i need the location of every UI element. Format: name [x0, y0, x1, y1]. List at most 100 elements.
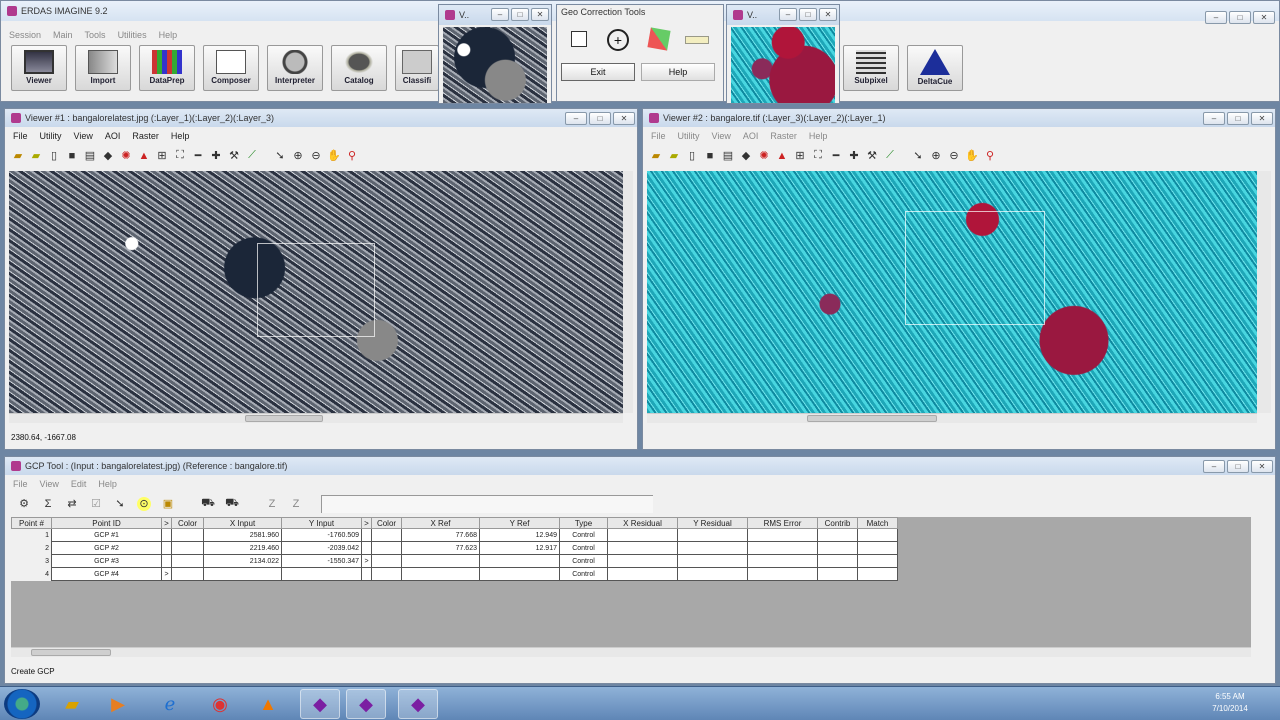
col-point-id[interactable]: Point ID [51, 517, 162, 529]
menu-view[interactable]: View [40, 479, 59, 489]
type-cell[interactable]: Control [559, 554, 608, 568]
contrib-cell[interactable] [817, 541, 858, 555]
match-cell[interactable] [857, 528, 898, 542]
import-button[interactable]: Import [75, 45, 131, 91]
close-button[interactable]: ✕ [1251, 460, 1273, 473]
find-icon[interactable]: ⛟ [201, 497, 215, 511]
deltacue-button[interactable]: DeltaCue [907, 45, 963, 91]
check-icon[interactable]: ☑ [89, 497, 103, 511]
classifier-button[interactable]: Classifi [395, 45, 439, 91]
pan-icon[interactable]: ✋ [965, 149, 979, 163]
viewer-2-vscroll[interactable] [1257, 171, 1271, 413]
rms-error-cell[interactable] [747, 528, 818, 542]
clock[interactable]: 6:55 AM 7/10/2014 [1190, 691, 1270, 715]
link-box[interactable] [905, 211, 1045, 325]
erdas-taskbar-icon[interactable]: ◆ [346, 689, 386, 719]
ref-arrow-cell[interactable] [361, 528, 372, 542]
viewer-1-vscroll[interactable] [623, 171, 633, 413]
toggle-icon[interactable]: ⇄ [65, 497, 79, 511]
type-cell[interactable]: Control [559, 567, 608, 581]
zoom-out-icon[interactable]: ⊖ [309, 149, 323, 163]
maximize-button[interactable]: □ [1227, 460, 1249, 473]
subpixel-button[interactable]: Subpixel [843, 45, 899, 91]
point-id-cell[interactable]: GCP #4 [51, 567, 162, 581]
expand-icon[interactable]: ⛶ [173, 149, 187, 163]
input-arrow-cell[interactable] [161, 541, 172, 555]
geo-tools-multicolor-icon[interactable] [647, 27, 671, 51]
y-ref-cell[interactable] [479, 554, 560, 568]
internet-explorer-icon[interactable]: ℯ [150, 689, 190, 719]
pointer-icon[interactable]: ➘ [911, 149, 925, 163]
x-ref-cell[interactable] [401, 567, 480, 581]
start-button[interactable] [4, 689, 40, 719]
col-input-color[interactable]: Color [171, 517, 204, 529]
ref-arrow-cell[interactable]: > [361, 554, 372, 568]
rms-error-cell[interactable] [747, 567, 818, 581]
close-button[interactable]: ✕ [819, 8, 837, 21]
point-id-cell[interactable]: GCP #2 [51, 541, 162, 555]
close-button[interactable]: ✕ [531, 8, 549, 21]
interpreter-button[interactable]: Interpreter [267, 45, 323, 91]
col-type[interactable]: Type [559, 517, 608, 529]
plus-icon[interactable]: ✚ [847, 149, 861, 163]
rms-error-cell[interactable] [747, 554, 818, 568]
x-input-cell[interactable]: 2581.960 [203, 528, 282, 542]
small-viewer-1-image[interactable] [443, 27, 547, 103]
contrib-cell[interactable] [817, 554, 858, 568]
ref-color-cell[interactable] [371, 554, 402, 568]
zoom-out-icon[interactable]: ⊖ [947, 149, 961, 163]
zoom-in-icon[interactable]: ⊕ [929, 149, 943, 163]
tool-icon[interactable]: ⚒ [865, 149, 879, 163]
y-input-cell[interactable]: -1550.347 [281, 554, 362, 568]
open-icon[interactable]: ▰ [11, 149, 25, 163]
input-arrow-cell[interactable] [161, 554, 172, 568]
select-gcp-icon[interactable]: ➘ [113, 497, 127, 511]
table-row[interactable]: 4 GCP #4 > Control [11, 567, 898, 581]
x-residual-cell[interactable] [607, 528, 678, 542]
menu-aoi[interactable]: AOI [743, 131, 759, 141]
input-arrow-cell[interactable]: > [161, 567, 172, 581]
col-match[interactable]: Match [857, 517, 898, 529]
col-y-input[interactable]: Y Input [281, 517, 362, 529]
menu-session[interactable]: Session [9, 30, 41, 40]
col-input-arrow[interactable]: > [161, 517, 172, 529]
ref-color-cell[interactable] [371, 528, 402, 542]
menu-main[interactable]: Main [53, 30, 73, 40]
minimize-button[interactable]: – [565, 112, 587, 125]
media-player-icon[interactable]: ▶ [98, 689, 138, 719]
erdas-taskbar-icon[interactable]: ◆ [300, 689, 340, 719]
folder-icon[interactable]: ▰ [29, 149, 43, 163]
y-input-cell[interactable]: -2039.042 [281, 541, 362, 555]
menu-help[interactable]: Help [171, 131, 190, 141]
menu-aoi[interactable]: AOI [105, 131, 121, 141]
print-icon[interactable]: ▤ [721, 149, 735, 163]
col-x-residual[interactable]: X Residual [607, 517, 678, 529]
print-icon[interactable]: ▤ [83, 149, 97, 163]
x-input-cell[interactable]: 2134.022 [203, 554, 282, 568]
ref-arrow-cell[interactable] [361, 541, 372, 555]
close-button[interactable]: ✕ [1251, 112, 1273, 125]
minimize-button[interactable]: – [1203, 460, 1225, 473]
col-ref-arrow[interactable]: > [361, 517, 372, 529]
redraw-icon[interactable]: ✺ [119, 149, 133, 163]
viewer-1-image[interactable] [9, 171, 623, 413]
geo-tools-viewer-icon[interactable] [571, 31, 587, 47]
profile-icon[interactable]: ⟋ [883, 149, 897, 163]
input-color-cell[interactable] [171, 528, 204, 542]
y-residual-cell[interactable] [677, 554, 748, 568]
point-id-cell[interactable]: GCP #1 [51, 528, 162, 542]
match-cell[interactable] [857, 541, 898, 555]
menu-utility[interactable]: Utility [40, 131, 62, 141]
y-residual-cell[interactable] [677, 541, 748, 555]
pointer-icon[interactable]: ➘ [273, 149, 287, 163]
type-cell[interactable]: Control [559, 528, 608, 542]
contrib-cell[interactable] [817, 528, 858, 542]
maximize-button[interactable]: □ [799, 8, 817, 21]
table-row[interactable]: 3 GCP #3 2134.022 -1550.347 > Control [11, 554, 898, 568]
inquire-icon[interactable]: ⚲ [983, 149, 997, 163]
clear-icon[interactable]: ▲ [775, 149, 789, 163]
new-icon[interactable]: ▯ [47, 149, 61, 163]
input-color-cell[interactable] [171, 554, 204, 568]
col-y-ref[interactable]: Y Ref [479, 517, 560, 529]
pan-icon[interactable]: ✋ [327, 149, 341, 163]
